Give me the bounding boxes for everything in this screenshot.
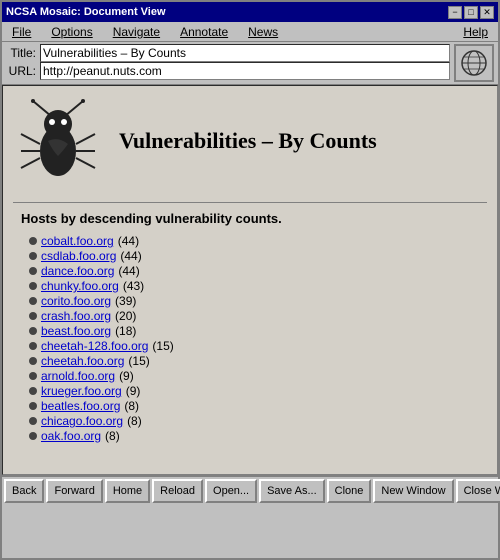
bullet-icon <box>29 297 37 305</box>
host-count: (44) <box>120 249 141 263</box>
host-link[interactable]: cobalt.foo.org <box>41 234 114 248</box>
bullet-icon <box>29 267 37 275</box>
list-item: dance.foo.org (44) <box>29 264 487 278</box>
host-count: (9) <box>119 369 134 383</box>
host-link[interactable]: dance.foo.org <box>41 264 114 278</box>
list-item: cheetah.foo.org (15) <box>29 354 487 368</box>
url-label: URL: <box>6 64 36 78</box>
forward-button[interactable]: Forward <box>46 479 102 503</box>
host-list: cobalt.foo.org (44) csdlab.foo.org (44) … <box>29 234 487 443</box>
list-item: csdlab.foo.org (44) <box>29 249 487 263</box>
page-header: Vulnerabilities – By Counts <box>13 96 487 186</box>
host-count: (9) <box>126 384 141 398</box>
url-bar-area: Title: URL: <box>2 42 498 85</box>
url-row: URL: <box>6 62 450 80</box>
clone-button[interactable]: Clone <box>327 479 372 503</box>
host-count: (43) <box>123 279 144 293</box>
window-controls: − □ ✕ <box>448 6 494 19</box>
page-title: Vulnerabilities – By Counts <box>119 128 377 154</box>
bullet-icon <box>29 357 37 365</box>
bullet-icon <box>29 252 37 260</box>
host-count: (44) <box>118 264 139 278</box>
host-count: (15) <box>128 354 149 368</box>
host-link[interactable]: crash.foo.org <box>41 309 111 323</box>
host-link[interactable]: cheetah.foo.org <box>41 354 124 368</box>
list-item: beast.foo.org (18) <box>29 324 487 338</box>
bullet-icon <box>29 342 37 350</box>
new-window-button[interactable]: New Window <box>373 479 453 503</box>
title-row: Title: <box>6 44 450 62</box>
host-link[interactable]: corito.foo.org <box>41 294 111 308</box>
home-button[interactable]: Home <box>105 479 150 503</box>
list-item: cheetah-128.foo.org (15) <box>29 339 487 353</box>
host-count: (44) <box>118 234 139 248</box>
list-item: corito.foo.org (39) <box>29 294 487 308</box>
bullet-icon <box>29 312 37 320</box>
menu-news[interactable]: News <box>242 23 284 41</box>
title-input[interactable] <box>40 44 450 62</box>
host-link[interactable]: chunky.foo.org <box>41 279 119 293</box>
host-count: (8) <box>105 429 120 443</box>
close-window-button[interactable]: Close Window <box>456 479 500 503</box>
globe-button[interactable] <box>454 44 494 82</box>
menu-navigate[interactable]: Navigate <box>107 23 166 41</box>
host-count: (8) <box>124 399 139 413</box>
list-item: crash.foo.org (20) <box>29 309 487 323</box>
menu-options[interactable]: Options <box>45 23 98 41</box>
host-link[interactable]: beast.foo.org <box>41 324 111 338</box>
title-label: Title: <box>6 46 36 60</box>
save-as----button[interactable]: Save As... <box>259 479 325 503</box>
bullet-icon <box>29 282 37 290</box>
host-count: (39) <box>115 294 136 308</box>
bullet-icon <box>29 237 37 245</box>
minimize-button[interactable]: − <box>448 6 462 19</box>
list-item: krueger.foo.org (9) <box>29 384 487 398</box>
window-title: NCSA Mosaic: Document View <box>6 6 166 18</box>
divider <box>13 202 487 203</box>
menu-annotate[interactable]: Annotate <box>174 23 234 41</box>
page-subtitle: Hosts by descending vulnerability counts… <box>21 211 487 226</box>
bullet-icon <box>29 402 37 410</box>
list-item: oak.foo.org (8) <box>29 429 487 443</box>
close-button[interactable]: ✕ <box>480 6 494 19</box>
list-item: arnold.foo.org (9) <box>29 369 487 383</box>
back-button[interactable]: Back <box>4 479 44 503</box>
bottom-toolbar: BackForwardHomeReloadOpen...Save As...Cl… <box>2 475 498 505</box>
host-link[interactable]: oak.foo.org <box>41 429 101 443</box>
url-input[interactable] <box>40 62 450 80</box>
menu-help[interactable]: Help <box>457 23 494 41</box>
maximize-button[interactable]: □ <box>464 6 478 19</box>
menu-file[interactable]: File <box>6 23 37 41</box>
list-item: chunky.foo.org (43) <box>29 279 487 293</box>
content-area[interactable]: Vulnerabilities – By Counts Hosts by des… <box>2 85 498 475</box>
host-link[interactable]: chicago.foo.org <box>41 414 123 428</box>
bullet-icon <box>29 387 37 395</box>
host-count: (18) <box>115 324 136 338</box>
host-link[interactable]: arnold.foo.org <box>41 369 115 383</box>
list-item: beatles.foo.org (8) <box>29 399 487 413</box>
list-item: chicago.foo.org (8) <box>29 414 487 428</box>
open----button[interactable]: Open... <box>205 479 257 503</box>
host-count: (8) <box>127 414 142 428</box>
title-bar: NCSA Mosaic: Document View − □ ✕ <box>2 2 498 22</box>
host-count: (20) <box>115 309 136 323</box>
host-link[interactable]: cheetah-128.foo.org <box>41 339 148 353</box>
menu-bar: File Options Navigate Annotate News Help <box>2 22 498 42</box>
globe-icon <box>459 48 489 78</box>
bug-image <box>13 96 103 186</box>
bullet-icon <box>29 372 37 380</box>
list-item: cobalt.foo.org (44) <box>29 234 487 248</box>
bullet-icon <box>29 417 37 425</box>
host-link[interactable]: csdlab.foo.org <box>41 249 116 263</box>
host-link[interactable]: beatles.foo.org <box>41 399 120 413</box>
bullet-icon <box>29 432 37 440</box>
reload-button[interactable]: Reload <box>152 479 203 503</box>
bullet-icon <box>29 327 37 335</box>
host-link[interactable]: krueger.foo.org <box>41 384 122 398</box>
host-count: (15) <box>152 339 173 353</box>
